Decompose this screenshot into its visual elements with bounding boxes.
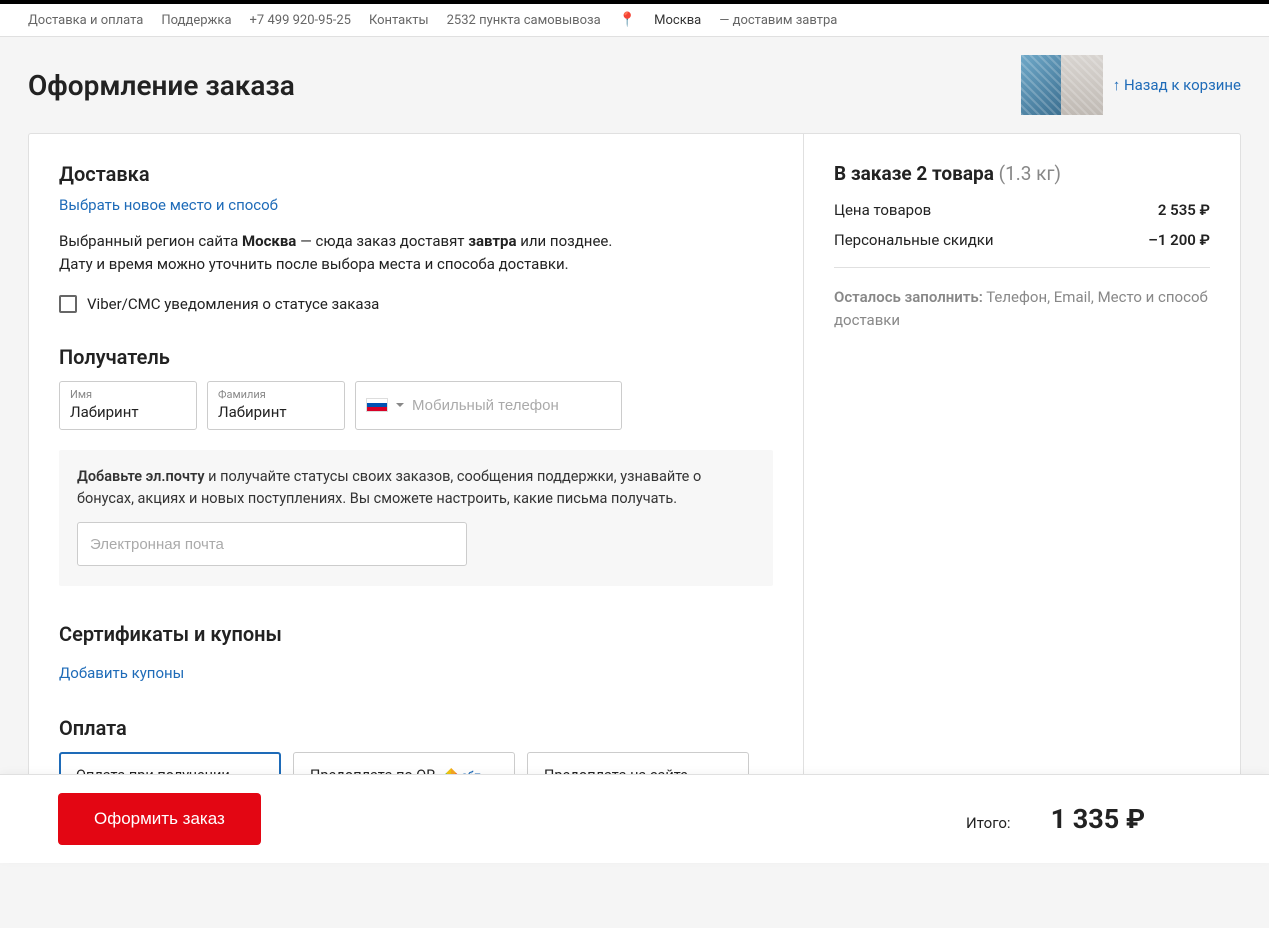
summary-title: В заказе 2 товара (1.3 кг) xyxy=(834,162,1210,185)
first-name-label: Имя xyxy=(70,388,186,401)
checkout-footer-bar: Оформить заказ Итого: 1 335 ₽ xyxy=(0,774,1269,863)
phone-input[interactable] xyxy=(412,397,611,414)
summary-discount-row: Персональные скидки –1 200 ₽ xyxy=(834,231,1210,249)
back-to-cart-link[interactable]: ↑ Назад к корзине xyxy=(1113,76,1241,94)
nav-delivery-payment[interactable]: Доставка и оплата xyxy=(28,13,143,28)
checkbox-icon xyxy=(59,295,77,313)
delivery-section: Доставка Выбрать новое место и способ Вы… xyxy=(59,162,773,313)
cart-thumbnails xyxy=(1023,55,1103,115)
flag-russia-icon xyxy=(366,398,388,412)
cart-item-thumb xyxy=(1061,55,1103,115)
email-input[interactable] xyxy=(77,522,467,566)
location-pin-icon: 📍 xyxy=(619,12,636,28)
first-name-field[interactable]: Имя Лабиринт xyxy=(59,381,197,430)
email-prompt-box: Добавьте эл.почту и получайте статусы св… xyxy=(59,450,773,587)
total-amount: 1 335 ₽ xyxy=(1051,803,1145,835)
divider xyxy=(834,267,1210,268)
delivery-title: Доставка xyxy=(59,162,773,186)
choose-delivery-link[interactable]: Выбрать новое место и способ xyxy=(59,196,278,214)
last-name-label: Фамилия xyxy=(218,388,334,401)
city-selector[interactable]: Москва xyxy=(654,13,701,28)
summary-items-row: Цена товаров 2 535 ₽ xyxy=(834,201,1210,219)
last-name-field[interactable]: Фамилия Лабиринт xyxy=(207,381,345,430)
recipient-section: Получатель Имя Лабиринт Фамилия Лабиринт xyxy=(59,345,773,587)
place-order-button[interactable]: Оформить заказ xyxy=(58,793,261,845)
recipient-title: Получатель xyxy=(59,345,773,369)
add-coupon-link[interactable]: Добавить купоны xyxy=(59,664,184,682)
payment-title: Оплата xyxy=(59,716,773,740)
last-name-value: Лабиринт xyxy=(218,403,334,421)
nav-pickup-points[interactable]: 2532 пункта самовывоза xyxy=(447,13,601,28)
first-name-value: Лабиринт xyxy=(70,403,186,421)
nav-support[interactable]: Поддержка xyxy=(161,13,231,28)
sms-notifications-checkbox[interactable]: Viber/СМС уведомления о статусе заказа xyxy=(59,295,773,313)
delivery-eta: — доставим завтра xyxy=(719,13,837,28)
page-title: Оформление заказа xyxy=(28,69,295,102)
delivery-region-text: Выбранный регион сайта Москва — сюда зак… xyxy=(59,230,773,277)
cart-item-thumb xyxy=(1021,55,1063,115)
coupons-section: Сертификаты и купоны Добавить купоны xyxy=(59,622,773,682)
total-label: Итого: xyxy=(966,814,1011,832)
top-nav-bar: Доставка и оплата Поддержка +7 499 920-9… xyxy=(0,0,1269,37)
sms-label: Viber/СМС уведомления о статусе заказа xyxy=(87,295,379,313)
order-summary-panel: В заказе 2 товара (1.3 кг) Цена товаров … xyxy=(804,134,1240,827)
nav-phone[interactable]: +7 499 920-95-25 xyxy=(250,13,351,28)
chevron-down-icon xyxy=(396,403,404,407)
todo-list: Осталось заполнить: Телефон, Email, Мест… xyxy=(834,286,1210,333)
page-header: Оформление заказа ↑ Назад к корзине xyxy=(28,55,1241,115)
phone-field[interactable] xyxy=(355,381,622,430)
email-prompt-text: Добавьте эл.почту и получайте статусы св… xyxy=(77,466,755,511)
nav-contacts[interactable]: Контакты xyxy=(369,13,429,28)
coupons-title: Сертификаты и купоны xyxy=(59,622,773,646)
